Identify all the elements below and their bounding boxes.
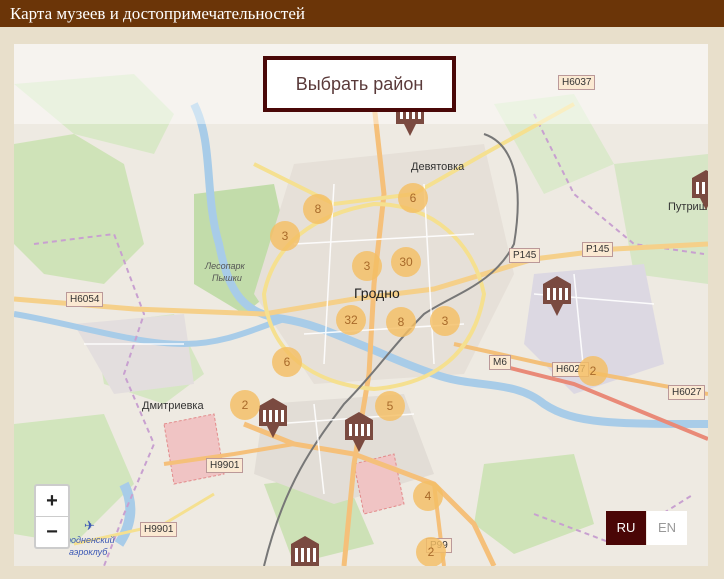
road-shield: P145 <box>509 248 541 263</box>
cluster-marker[interactable]: 6 <box>272 347 302 377</box>
cluster-marker[interactable]: 2 <box>230 390 260 420</box>
language-en-button[interactable]: EN <box>647 511 687 545</box>
cluster-marker[interactable]: 32 <box>336 305 366 335</box>
road-shield: P145 <box>582 242 614 257</box>
place-label: Гродно <box>354 285 400 301</box>
language-ru-button[interactable]: RU <box>606 511 646 545</box>
road-shield: H9901 <box>140 522 178 537</box>
cluster-marker[interactable]: 3 <box>430 306 460 336</box>
place-label: Девятовка <box>411 161 465 173</box>
cluster-marker[interactable]: 30 <box>391 247 421 277</box>
place-label: Дмитриевка <box>142 400 204 412</box>
cluster-marker[interactable]: 5 <box>375 391 405 421</box>
cluster-marker[interactable]: 4 <box>413 481 443 511</box>
road-shield: H6037 <box>558 75 596 90</box>
cluster-marker[interactable]: 8 <box>303 194 333 224</box>
road-shield: H6054 <box>66 292 104 307</box>
cluster-marker[interactable]: 3 <box>270 221 300 251</box>
cluster-marker[interactable]: 8 <box>386 307 416 337</box>
cluster-marker[interactable]: 2 <box>416 537 446 566</box>
museum-marker-icon[interactable] <box>540 274 574 316</box>
map-viewport[interactable]: H6037 H6054 P145 P145 M6 H6027 H6027 H99… <box>14 44 708 566</box>
airport-icon: ✈ <box>84 518 95 533</box>
place-label: Лесопарк <box>205 261 245 271</box>
cluster-marker[interactable]: 2 <box>578 356 608 386</box>
zoom-in-button[interactable]: + <box>36 486 68 516</box>
road-shield: H9901 <box>206 458 244 473</box>
place-label: родненский <box>66 535 115 545</box>
museum-marker-icon[interactable] <box>689 168 708 210</box>
place-label: аэроклуб <box>69 547 108 557</box>
cluster-marker[interactable]: 6 <box>398 183 428 213</box>
select-district-button[interactable]: Выбрать район <box>263 56 456 112</box>
road-shield: H6027 <box>668 385 706 400</box>
zoom-out-button[interactable]: − <box>36 516 68 547</box>
museum-marker-icon[interactable] <box>256 396 290 438</box>
page-title: Карта музеев и достопримечательностей <box>0 0 724 27</box>
museum-marker-icon[interactable] <box>342 410 376 452</box>
museum-marker-icon[interactable] <box>288 534 322 566</box>
zoom-control: + − <box>34 484 70 549</box>
place-label: Пышки <box>212 273 242 283</box>
road-shield: M6 <box>489 355 511 370</box>
cluster-marker[interactable]: 3 <box>352 251 382 281</box>
